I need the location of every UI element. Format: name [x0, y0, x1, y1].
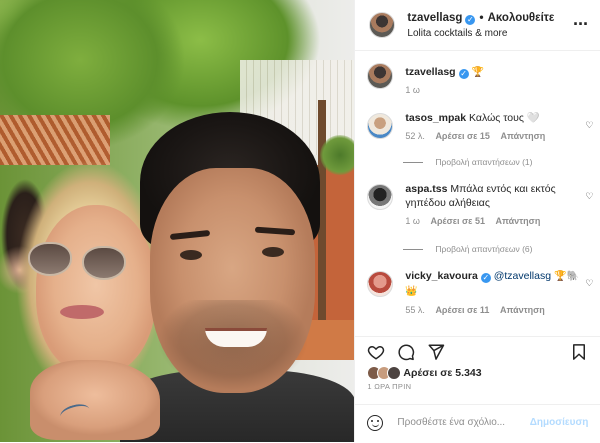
author-username[interactable]: tzavellasg: [407, 12, 462, 24]
verified-badge-icon: ✓: [458, 69, 469, 79]
replies-divider: [403, 161, 424, 163]
comment-icon[interactable]: [397, 343, 415, 361]
comment-time[interactable]: 55 λ.: [405, 305, 425, 315]
photo-woman-face: [36, 205, 156, 375]
photo-man-eye-left: [180, 250, 202, 260]
comment-like-heart-icon[interactable]: ♡: [585, 191, 593, 202]
likes-count[interactable]: Αρέσει σε 5.343: [403, 367, 481, 379]
following-button[interactable]: Ακολουθείτε: [488, 12, 555, 24]
likes-summary[interactable]: Αρέσει σε 5.343: [367, 366, 482, 380]
photo-man-eye-right: [262, 247, 284, 257]
view-replies-label: Προβολή απαντήσεων (6): [435, 244, 533, 254]
posted-time[interactable]: 1 ΩΡΑ ΠΡΙΝ: [367, 382, 411, 391]
emoji-picker-icon[interactable]: [367, 415, 384, 431]
comment-like-heart-icon[interactable]: ♡: [585, 120, 593, 131]
heart-icon[interactable]: [367, 343, 385, 361]
view-replies-label: Προβολή απαντήσεων (1): [435, 157, 533, 167]
comment-reply-button[interactable]: Απάντηση: [495, 216, 540, 226]
trophy-emoji: 🏆: [471, 67, 484, 78]
comment-mention[interactable]: @tzavellasg: [494, 270, 551, 282]
post-actions-bar: [355, 336, 600, 367]
comment-item: aspa.tss Μπάλα εντός και εκτός γηπέδου α…: [367, 183, 593, 228]
post-side-panel: tzavellasg ✓ • Ακολουθείτε Lolita cocktails…: [354, 0, 600, 442]
commenter-avatar[interactable]: [367, 113, 394, 139]
comment-composer: Προσθέστε ένα σχόλιο... Δημοσίευση: [355, 404, 600, 443]
photo-man-smile: [205, 328, 267, 347]
commenter-avatar[interactable]: [367, 271, 394, 297]
comment-item: vicky_kavoura ✓ @tzavellasg 🏆🐘 👑 55 λ. Αρ…: [367, 270, 593, 317]
comment-text: Καλώς τους 🤍: [469, 112, 540, 124]
share-icon[interactable]: [427, 343, 445, 361]
comment-time[interactable]: 52 λ.: [405, 131, 425, 141]
post-comment-button[interactable]: Δημοσίευση: [530, 417, 589, 428]
caption-avatar[interactable]: [367, 63, 394, 89]
comment-reply-button[interactable]: Απάντηση: [500, 305, 545, 315]
verified-badge-icon: ✓: [480, 273, 491, 283]
comment-username[interactable]: vicky_kavoura: [405, 270, 477, 282]
photo-sunglasses-right: [82, 246, 126, 280]
view-replies-link[interactable]: Προβολή απαντήσεων (6): [403, 244, 532, 254]
comments-list: tzavellasg ✓ 🏆 1 ω tasos_mpak Καλώς τους …: [355, 51, 600, 336]
photo-sunglasses-left: [28, 242, 72, 276]
photo-bush: [320, 135, 355, 175]
photo-woman-lips: [60, 305, 104, 319]
comment-reply-button[interactable]: Απάντηση: [500, 131, 545, 141]
caption-time[interactable]: 1 ω: [405, 85, 420, 95]
comment-likes[interactable]: Αρέσει σε 11: [435, 305, 489, 315]
caption-username[interactable]: tzavellasg: [405, 66, 455, 78]
post-header: tzavellasg ✓ • Ακολουθείτε Lolita cocktails…: [355, 0, 600, 51]
more-options-icon[interactable]: ···: [573, 14, 589, 35]
comment-username[interactable]: aspa.tss: [405, 183, 447, 195]
comment-time[interactable]: 1 ω: [405, 216, 420, 226]
comment-input[interactable]: Προσθέστε ένα σχόλιο...: [397, 417, 505, 428]
photo-woman-hand: [30, 360, 160, 440]
view-replies-link[interactable]: Προβολή απαντήσεων (1): [403, 157, 532, 167]
post-photo[interactable]: [0, 0, 355, 442]
replies-divider: [403, 248, 424, 250]
comment-item: tasos_mpak Καλώς τους 🤍 52 λ. Αρέσει σε …: [367, 112, 593, 143]
likers-avatars: [367, 366, 402, 380]
comment-likes[interactable]: Αρέσει σε 15: [435, 131, 490, 141]
comment-emojis: 🏆🐘: [554, 271, 579, 282]
commenter-avatar[interactable]: [367, 184, 394, 210]
caption: tzavellasg ✓ 🏆 1 ω: [367, 63, 589, 97]
photo-man-beard: [158, 300, 308, 395]
comment-likes[interactable]: Αρέσει σε 51: [430, 216, 485, 226]
author-meta: tzavellasg ✓ • Ακολουθείτε Lolita cocktails…: [407, 10, 554, 41]
liker-avatar: [387, 366, 402, 380]
bookmark-icon[interactable]: [570, 343, 588, 361]
author-subtitle[interactable]: Lolita cocktails & more: [407, 26, 554, 41]
verified-badge-icon: ✓: [465, 14, 476, 25]
crown-emoji: 👑: [405, 286, 418, 297]
author-avatar[interactable]: [369, 12, 396, 38]
photo-fence: [0, 115, 110, 165]
comment-username[interactable]: tasos_mpak: [405, 112, 466, 124]
separator: •: [479, 9, 484, 24]
instagram-post: tzavellasg ✓ • Ακολουθείτε Lolita cocktails…: [0, 0, 600, 442]
comment-like-heart-icon[interactable]: ♡: [585, 278, 593, 289]
